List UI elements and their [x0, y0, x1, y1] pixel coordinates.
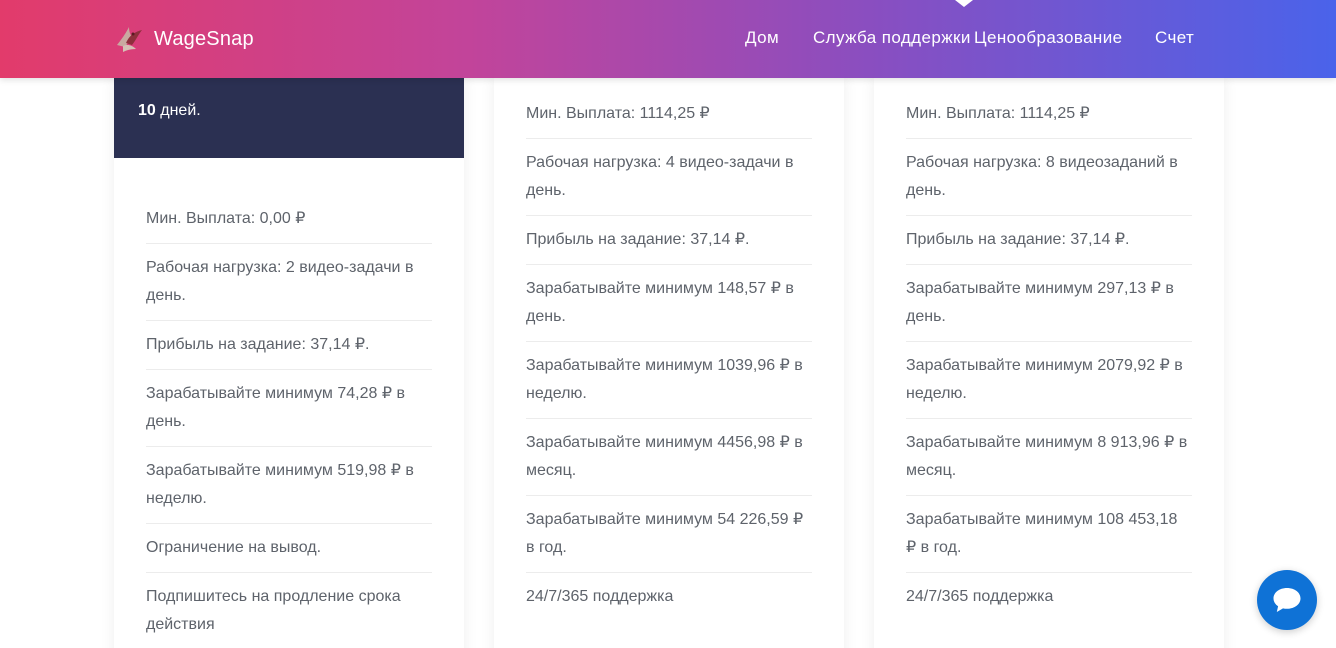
plan-feature: 24/7/365 поддержка [526, 588, 674, 605]
plan-feature: Зарабатывайте минимум 519,98 ₽ в неделю. [146, 447, 432, 524]
plan-feature-list: Мин. Выплата: 1114,25 ₽ Рабочая нагрузка… [906, 78, 1192, 621]
plan-feature: Прибыль на задание: 37,14 ₽. [526, 216, 812, 265]
plan-feature: Прибыль на задание: 37,14 ₽. [146, 321, 432, 370]
nav-home[interactable]: Дом [745, 27, 779, 49]
plan-feature: Мин. Выплата: 0,00 ₽ [146, 195, 432, 244]
top-navbar: WageSnap Дом Служба поддержки Ценообразо… [0, 0, 1336, 78]
plan-feature: Зарабатывайте минимум 297,13 ₽ в день. [906, 265, 1192, 342]
plan-card-3: Мин. Выплата: 1114,25 ₽ Рабочая нагрузка… [874, 78, 1224, 648]
plan-feature: 24/7/365 поддержка [906, 588, 1054, 605]
plan-feature: Зарабатывайте минимум 4456,98 ₽ в месяц. [526, 419, 812, 496]
plan-feature: Зарабатывайте минимум 8 913,96 ₽ в месяц… [906, 419, 1192, 496]
nav-account[interactable]: Счет [1155, 27, 1194, 49]
plan-feature-list: Мин. Выплата: 1114,25 ₽ Рабочая нагрузка… [526, 78, 812, 621]
plan-feature: Прибыль на задание: 37,14 ₽. [906, 216, 1192, 265]
plan-feature: Мин. Выплата: 1114,25 ₽ [526, 90, 812, 139]
plan-feature: Ограничение на вывод. [146, 524, 432, 573]
nav-support[interactable]: Служба поддержки [813, 27, 971, 49]
plan-duration-unit: дней. [155, 102, 201, 119]
plan-feature: Зарабатывайте минимум 108 453,18 ₽ в год… [906, 496, 1192, 573]
plan-duration-number: 10 [138, 102, 156, 119]
main-nav: Дом Служба поддержки Ценообразование Сче… [0, 27, 1336, 51]
plan-feature: Зарабатывайте минимум 74,28 ₽ в день. [146, 370, 432, 447]
nav-pricing[interactable]: Ценообразование [974, 27, 1122, 49]
plan-feature: Подпишитесь на продление срока действия [146, 588, 401, 633]
plan-feature: Рабочая нагрузка: 8 видеозаданий в день. [906, 139, 1192, 216]
plan-card-header: 10 дней. [114, 78, 464, 158]
plan-feature: Рабочая нагрузка: 4 видео-задачи в день. [526, 139, 812, 216]
chat-button[interactable] [1257, 570, 1317, 630]
active-nav-pointer [955, 0, 973, 7]
plan-feature: Рабочая нагрузка: 2 видео-задачи в день. [146, 244, 432, 321]
plan-feature: Зарабатывайте минимум 148,57 ₽ в день. [526, 265, 812, 342]
chat-bubble-icon [1273, 588, 1301, 612]
plan-feature: Зарабатывайте минимум 2079,92 ₽ в неделю… [906, 342, 1192, 419]
plan-card-2: Мин. Выплата: 1114,25 ₽ Рабочая нагрузка… [494, 78, 844, 648]
plan-feature: Мин. Выплата: 1114,25 ₽ [906, 90, 1192, 139]
plan-card-1: 10 дней. Мин. Выплата: 0,00 ₽ Рабочая на… [114, 78, 464, 648]
plan-feature: Зарабатывайте минимум 54 226,59 ₽ в год. [526, 496, 812, 573]
plan-feature: Зарабатывайте минимум 1039,96 ₽ в неделю… [526, 342, 812, 419]
plan-feature-list: Мин. Выплата: 0,00 ₽ Рабочая нагрузка: 2… [146, 158, 432, 648]
